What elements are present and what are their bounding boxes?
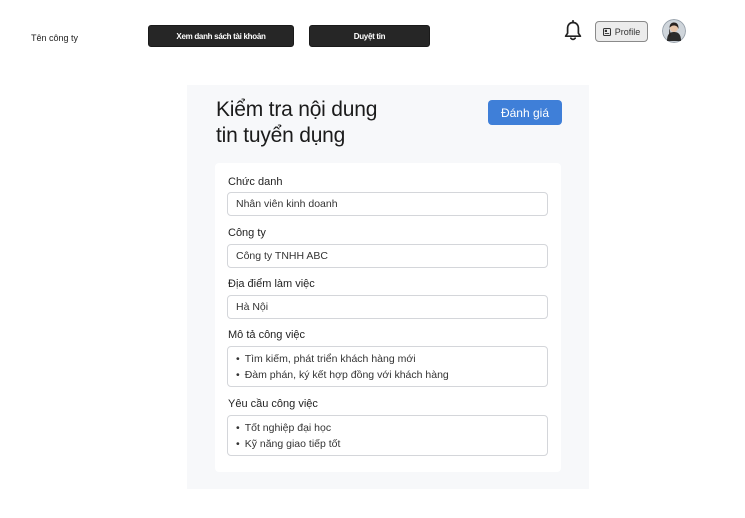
company-field[interactable]: Công ty TNHH ABC bbox=[227, 244, 548, 268]
location-label: Địa điểm làm việc bbox=[228, 278, 315, 290]
post-review-panel: Kiểm tra nội dung tin tuyển dụng Đánh gi… bbox=[187, 85, 589, 489]
description-item: Đàm phán, ký kết hợp đồng với khách hàng bbox=[236, 367, 539, 383]
rate-button[interactable]: Đánh giá bbox=[488, 100, 562, 125]
profile-button-label: Profile bbox=[614, 26, 641, 37]
company-label: Công ty bbox=[228, 227, 266, 239]
review-posts-button[interactable]: Duyệt tin bbox=[309, 25, 430, 47]
description-item: Tìm kiếm, phát triển khách hàng mới bbox=[236, 351, 539, 367]
post-details-card: Chức danh Nhân viên kinh doanh Công ty C… bbox=[215, 163, 561, 472]
bell-icon[interactable] bbox=[563, 20, 583, 42]
view-accounts-button[interactable]: Xem danh sách tài khoản bbox=[148, 25, 294, 47]
profile-card-icon bbox=[602, 27, 611, 36]
company-name: Tên công ty bbox=[31, 33, 79, 43]
job-title-field[interactable]: Nhân viên kinh doanh bbox=[227, 192, 548, 216]
description-label: Mô tả công việc bbox=[228, 329, 306, 341]
requirements-label: Yêu cầu công việc bbox=[228, 398, 318, 410]
job-title-label: Chức danh bbox=[228, 176, 283, 188]
description-field[interactable]: Tìm kiếm, phát triển khách hàng mới Đàm … bbox=[227, 346, 548, 387]
location-field[interactable]: Hà Nội bbox=[227, 295, 548, 319]
user-avatar[interactable] bbox=[662, 19, 686, 43]
page-title-line-2: tin tuyển dụng bbox=[216, 124, 346, 147]
requirements-field[interactable]: Tốt nghiệp đại học Kỹ năng giao tiếp tốt bbox=[227, 415, 548, 456]
requirement-item: Kỹ năng giao tiếp tốt bbox=[236, 436, 539, 452]
page-title-line-1: Kiểm tra nội dung bbox=[216, 98, 378, 121]
profile-button[interactable]: Profile bbox=[595, 21, 648, 42]
requirement-item: Tốt nghiệp đại học bbox=[236, 420, 539, 436]
page-title: Kiểm tra nội dung tin tuyển dụng bbox=[216, 97, 446, 149]
top-navigation-bar: Tên công ty Xem danh sách tài khoản Duyệ… bbox=[0, 0, 745, 70]
